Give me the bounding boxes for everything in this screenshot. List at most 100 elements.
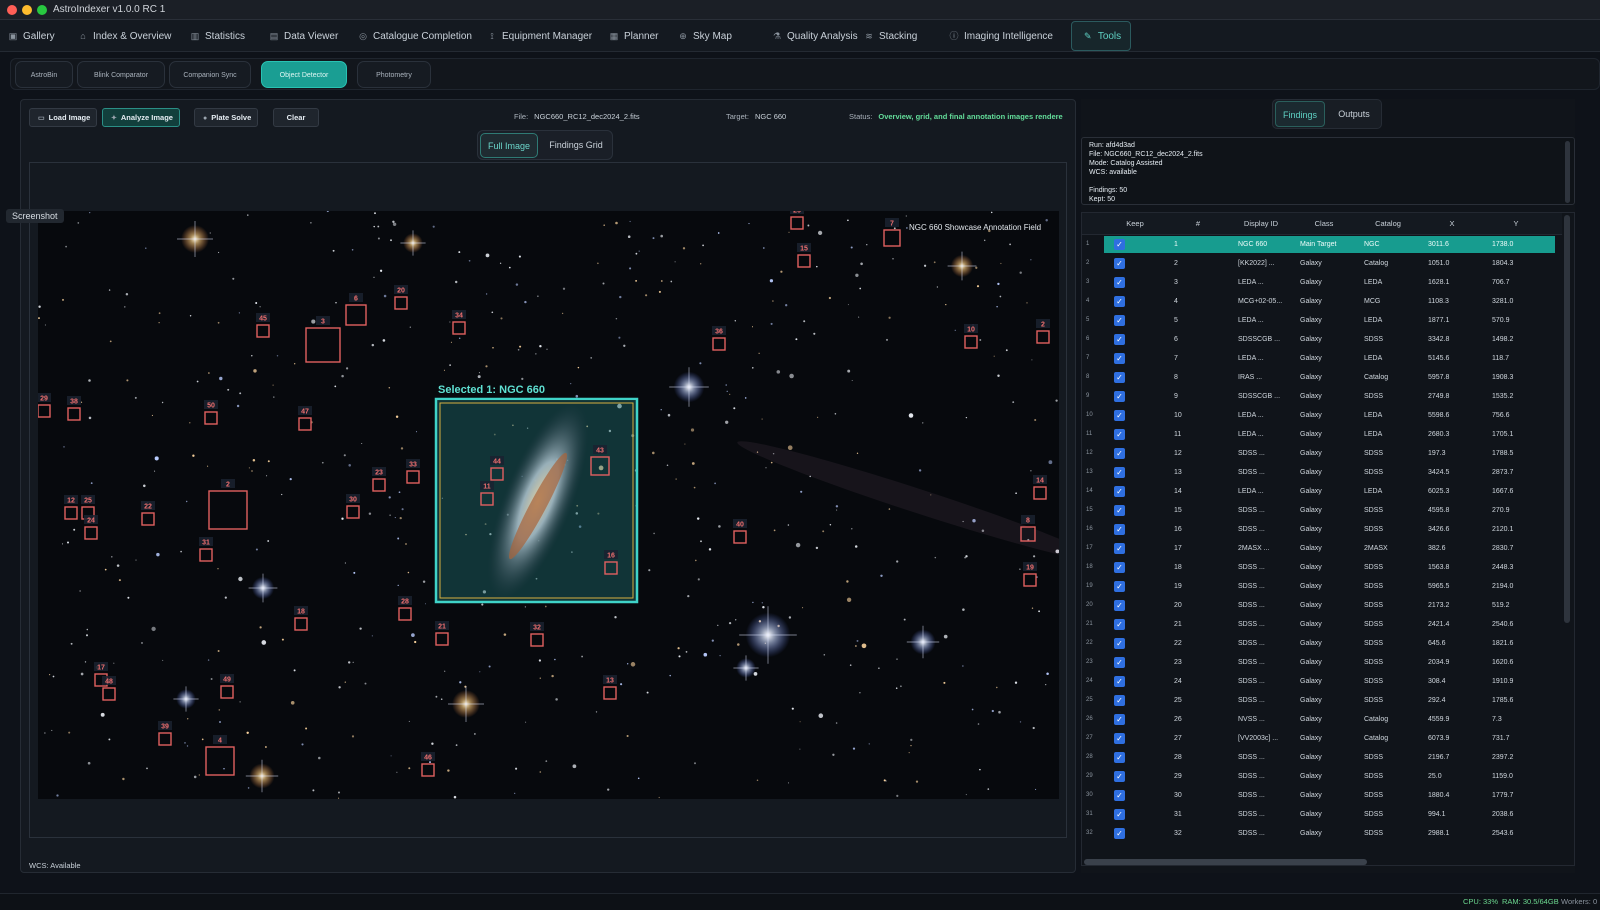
table-row[interactable]: 24 ✓ 24 SDSS ... Galaxy SDSS 308.4 1910.9	[1082, 672, 1562, 691]
annotated-sky-image[interactable]: Selected 1: NGC 660 NGC 660 Showcase Anno…	[38, 211, 1059, 799]
col-display-id[interactable]: Display ID	[1230, 213, 1292, 235]
table-row[interactable]: 10 ✓ 10 LEDA ... Galaxy LEDA 5598.6 756.6	[1082, 406, 1562, 425]
tab-findings[interactable]: Findings	[1275, 101, 1325, 127]
keep-checkbox[interactable]: ✓	[1114, 296, 1125, 307]
table-row[interactable]: 30 ✓ 30 SDSS ... Galaxy SDSS 1880.4 1779.7	[1082, 786, 1562, 805]
subtab-photometry[interactable]: Photometry	[357, 61, 431, 88]
table-row[interactable]: 26 ✓ 26 NVSS ... Galaxy Catalog 4559.9 7.3	[1082, 710, 1562, 729]
keep-checkbox[interactable]: ✓	[1114, 638, 1125, 649]
table-row[interactable]: 8 ✓ 8 IRAS ... Galaxy Catalog 5957.8 1908.3	[1082, 368, 1562, 387]
tab-imaging-intelligence[interactable]: ⓘ Imaging Intelligence	[947, 20, 1057, 52]
close-window-button[interactable]	[7, 5, 17, 15]
subtab-astrobin[interactable]: AstroBin	[15, 61, 73, 88]
keep-checkbox[interactable]: ✓	[1114, 714, 1125, 725]
table-row[interactable]: 17 ✓ 17 2MASX ... Galaxy 2MASX 382.6 2830.7	[1082, 539, 1562, 558]
summary-scrollbar[interactable]	[1565, 141, 1570, 203]
tab-quality-analysis[interactable]: ⚗ Quality Analysis	[770, 20, 858, 52]
tab-stacking[interactable]: ≋ Stacking	[862, 20, 934, 52]
table-row[interactable]: 7 ✓ 7 LEDA ... Galaxy LEDA 5145.6 118.7	[1082, 349, 1562, 368]
table-row[interactable]: 3 ✓ 3 LEDA ... Galaxy LEDA 1628.1 706.7	[1082, 273, 1562, 292]
keep-checkbox[interactable]: ✓	[1114, 334, 1125, 345]
col-class[interactable]: Class	[1292, 213, 1356, 235]
analyze-image-button[interactable]: ✦ Analyze Image	[102, 108, 180, 127]
keep-checkbox[interactable]: ✓	[1114, 448, 1125, 459]
table-row[interactable]: 28 ✓ 28 SDSS ... Galaxy SDSS 2196.7 2397.2	[1082, 748, 1562, 767]
plate-solve-button[interactable]: ● Plate Solve	[194, 108, 259, 127]
load-image-button[interactable]: ▭ Load Image	[29, 108, 98, 127]
keep-checkbox[interactable]: ✓	[1114, 752, 1125, 763]
keep-checkbox[interactable]: ✓	[1114, 391, 1125, 402]
keep-checkbox[interactable]: ✓	[1114, 790, 1125, 801]
table-horizontal-scrollbar[interactable]	[1084, 859, 1367, 865]
tab-tools[interactable]: ✎ Tools	[1071, 21, 1131, 51]
keep-checkbox[interactable]: ✓	[1114, 657, 1125, 668]
minimize-window-button[interactable]	[22, 5, 32, 15]
clear-button[interactable]: Clear	[273, 108, 319, 127]
table-row[interactable]: 21 ✓ 21 SDSS ... Galaxy SDSS 2421.4 2540.6	[1082, 615, 1562, 634]
keep-checkbox[interactable]: ✓	[1114, 543, 1125, 554]
keep-checkbox[interactable]: ✓	[1114, 619, 1125, 630]
keep-checkbox[interactable]: ✓	[1114, 771, 1125, 782]
tab-index-overview[interactable]: ⌂ Index & Overview	[76, 20, 176, 52]
keep-checkbox[interactable]: ✓	[1114, 524, 1125, 535]
findings-grid-tab[interactable]: Findings Grid	[540, 133, 612, 158]
subtab-blink-comparator[interactable]: Blink Comparator	[77, 61, 165, 88]
keep-checkbox[interactable]: ✓	[1114, 581, 1125, 592]
keep-checkbox[interactable]: ✓	[1114, 410, 1125, 421]
table-row[interactable]: 22 ✓ 22 SDSS ... Galaxy SDSS 645.6 1821.6	[1082, 634, 1562, 653]
table-row[interactable]: 16 ✓ 16 SDSS ... Galaxy SDSS 3426.6 2120.1	[1082, 520, 1562, 539]
col-x[interactable]: X	[1420, 213, 1484, 235]
col-catalog[interactable]: Catalog	[1356, 213, 1420, 235]
table-row[interactable]: 2 ✓ 2 [KK2022] ... Galaxy Catalog 1051.0 1804.3	[1082, 254, 1562, 273]
table-vertical-scrollbar[interactable]	[1564, 215, 1570, 623]
col-keep[interactable]: Keep	[1104, 213, 1166, 235]
subtab-object-detector[interactable]: Object Detector	[261, 61, 347, 88]
table-row[interactable]: 4 ✓ 4 MCG+02-05... Galaxy MCG 1108.3 3281.0	[1082, 292, 1562, 311]
keep-checkbox[interactable]: ✓	[1114, 733, 1125, 744]
table-row[interactable]: 20 ✓ 20 SDSS ... Galaxy SDSS 2173.2 519.2	[1082, 596, 1562, 615]
keep-checkbox[interactable]: ✓	[1114, 258, 1125, 269]
table-row[interactable]: 23 ✓ 23 SDSS ... Galaxy SDSS 2034.9 1620.6	[1082, 653, 1562, 672]
table-row[interactable]: 31 ✓ 31 SDSS ... Galaxy SDSS 994.1 2038.6	[1082, 805, 1562, 824]
table-row[interactable]: 14 ✓ 14 LEDA ... Galaxy LEDA 6025.3 1667.6	[1082, 482, 1562, 501]
keep-checkbox[interactable]: ✓	[1114, 429, 1125, 440]
keep-checkbox[interactable]: ✓	[1114, 562, 1125, 573]
keep-checkbox[interactable]: ✓	[1114, 505, 1125, 516]
table-row[interactable]: 5 ✓ 5 LEDA ... Galaxy LEDA 1877.1 570.9	[1082, 311, 1562, 330]
tab-sky-map[interactable]: ⊕ Sky Map	[676, 20, 756, 52]
table-row[interactable]: 25 ✓ 25 SDSS ... Galaxy SDSS 292.4 1785.6	[1082, 691, 1562, 710]
keep-checkbox[interactable]: ✓	[1114, 353, 1125, 364]
full-image-tab[interactable]: Full Image	[480, 133, 538, 158]
tab-catalogue-completion[interactable]: ◎ Catalogue Completion	[356, 20, 474, 52]
keep-checkbox[interactable]: ✓	[1114, 315, 1125, 326]
keep-checkbox[interactable]: ✓	[1114, 467, 1125, 478]
subtab-companion-sync[interactable]: Companion Sync	[169, 61, 251, 88]
keep-checkbox[interactable]: ✓	[1114, 600, 1125, 611]
tab-outputs[interactable]: Outputs	[1329, 101, 1379, 127]
maximize-window-button[interactable]	[37, 5, 47, 15]
table-row[interactable]: 13 ✓ 13 SDSS ... Galaxy SDSS 3424.5 2873.7	[1082, 463, 1562, 482]
col-y[interactable]: Y	[1484, 213, 1548, 235]
keep-checkbox[interactable]: ✓	[1114, 695, 1125, 706]
table-row[interactable]: 29 ✓ 29 SDSS ... Galaxy SDSS 25.0 1159.0	[1082, 767, 1562, 786]
tab-planner[interactable]: ▦ Planner	[607, 20, 665, 52]
tab-statistics[interactable]: ▥ Statistics	[188, 20, 254, 52]
keep-checkbox[interactable]: ✓	[1114, 809, 1125, 820]
keep-checkbox[interactable]: ✓	[1114, 277, 1125, 288]
keep-checkbox[interactable]: ✓	[1114, 372, 1125, 383]
table-row[interactable]: 11 ✓ 11 LEDA ... Galaxy LEDA 2680.3 1705.1	[1082, 425, 1562, 444]
tab-equipment-manager[interactable]: ⟟ Equipment Manager	[485, 20, 597, 52]
table-row[interactable]: 27 ✓ 27 [VV2003c] ... Galaxy Catalog 6073.9 731…	[1082, 729, 1562, 748]
tab-gallery[interactable]: ▣ Gallery	[6, 20, 66, 52]
keep-checkbox[interactable]: ✓	[1114, 239, 1125, 250]
table-row[interactable]: 15 ✓ 15 SDSS ... Galaxy SDSS 4595.8 270.9	[1082, 501, 1562, 520]
table-row[interactable]: 6 ✓ 6 SDSSCGB ... Galaxy SDSS 3342.8 1498.2	[1082, 330, 1562, 349]
image-viewer[interactable]: Selected 1: NGC 660 NGC 660 Showcase Anno…	[29, 162, 1067, 838]
keep-checkbox[interactable]: ✓	[1114, 828, 1125, 839]
tab-data-viewer[interactable]: ▤ Data Viewer	[267, 20, 347, 52]
table-row[interactable]: 9 ✓ 9 SDSSCGB ... Galaxy SDSS 2749.8 1535.2	[1082, 387, 1562, 406]
table-row[interactable]: 32 ✓ 32 SDSS ... Galaxy SDSS 2988.1 2543.6	[1082, 824, 1562, 843]
table-row[interactable]: 19 ✓ 19 SDSS ... Galaxy SDSS 5965.5 2194.0	[1082, 577, 1562, 596]
keep-checkbox[interactable]: ✓	[1114, 486, 1125, 497]
table-row[interactable]: 18 ✓ 18 SDSS ... Galaxy SDSS 1563.8 2448.3	[1082, 558, 1562, 577]
